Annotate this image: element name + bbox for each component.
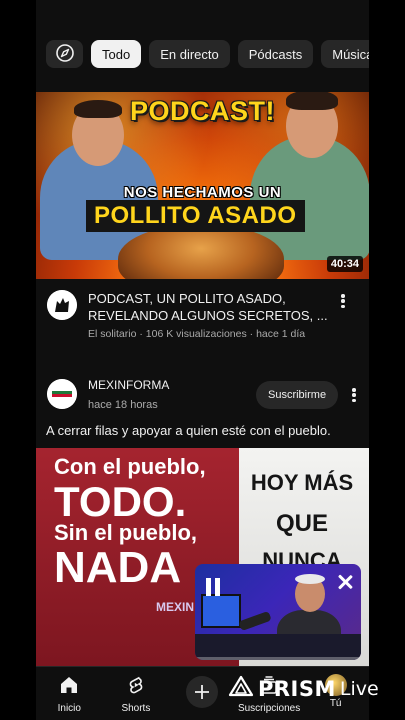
chip-podcasts[interactable]: Pódcasts — [237, 40, 314, 68]
mini-player[interactable] — [195, 564, 361, 660]
video-duration: 40:34 — [326, 256, 363, 272]
thumbnail-headline-bottom: POLLITO ASADO — [86, 200, 305, 232]
more-options-icon[interactable] — [335, 291, 351, 311]
nav-shorts[interactable]: Shorts — [103, 667, 170, 720]
video-stats: El solitario · 106 K visualizaciones · h… — [88, 328, 306, 340]
explore-button[interactable] — [46, 40, 83, 68]
post-image-right1: HOY MÁS — [250, 470, 354, 495]
mini-player-progress[interactable] — [195, 657, 361, 660]
video-title[interactable]: PODCAST, UN POLLITO ASADO, REVELANDO ALG… — [88, 290, 328, 324]
chip-en-directo[interactable]: En directo — [149, 40, 230, 68]
youtube-app: Todo En directo Pódcasts Música PODCAST!… — [36, 0, 369, 720]
post-channel-avatar[interactable] — [47, 379, 77, 409]
post-image-line1: Con el pueblo, — [54, 454, 206, 479]
home-icon — [58, 674, 80, 701]
chip-musica[interactable]: Música — [321, 40, 369, 68]
close-icon[interactable] — [337, 574, 353, 590]
shorts-icon — [125, 674, 147, 701]
mexinforma-logo-icon — [47, 379, 77, 409]
prism-logo-icon — [228, 675, 254, 702]
post-image-brand: MEXIN — [156, 600, 195, 614]
subscribe-button[interactable]: Suscribirme — [256, 381, 339, 409]
studio-monitor-image — [201, 594, 241, 628]
post-image-line2: TODO. — [54, 478, 187, 525]
post-more-options-icon[interactable] — [346, 385, 362, 405]
nav-home-label: Inicio — [57, 703, 81, 714]
microphone-image — [238, 610, 272, 632]
watermark-name: PRISM — [258, 676, 336, 701]
nav-subscriptions-label: Suscripciones — [237, 703, 301, 714]
video-meta: PODCAST, UN POLLITO ASADO, REVELANDO ALG… — [36, 287, 369, 347]
nav-create[interactable] — [169, 667, 236, 720]
pause-icon[interactable] — [205, 578, 221, 596]
post-image-line3: Sin el pueblo, — [54, 520, 198, 545]
channel-avatar[interactable] — [47, 290, 77, 320]
nav-home[interactable]: Inicio — [36, 667, 103, 720]
post-image-right2: QUE — [275, 510, 328, 537]
chip-todo[interactable]: Todo — [91, 40, 142, 68]
post-channel-name[interactable]: MEXINFORMA — [88, 378, 169, 392]
thumbnail-headline-middle: NOS HECHAMOS UN — [123, 184, 282, 201]
filter-chips: Todo En directo Pódcasts Música — [46, 40, 369, 70]
video-thumbnail[interactable]: PODCAST! NOS HECHAMOS UN POLLITO ASADO 4… — [36, 92, 369, 279]
community-post: MEXINFORMA hace 18 horas Suscribirme A c… — [36, 372, 369, 442]
create-icon — [186, 676, 219, 708]
post-image-line4: NADA — [54, 543, 182, 592]
wolf-logo-icon — [47, 290, 77, 320]
compass-icon — [55, 43, 75, 66]
post-time: hace 18 horas — [88, 399, 158, 411]
prism-live-watermark: PRISM Live — [228, 675, 379, 702]
nav-shorts-label: Shorts — [121, 703, 151, 714]
thumbnail-headline-top: PODCAST! — [130, 96, 275, 126]
post-text: A cerrar filas y apoyar a quien esté con… — [46, 423, 331, 438]
watermark-suffix: Live — [339, 677, 379, 700]
